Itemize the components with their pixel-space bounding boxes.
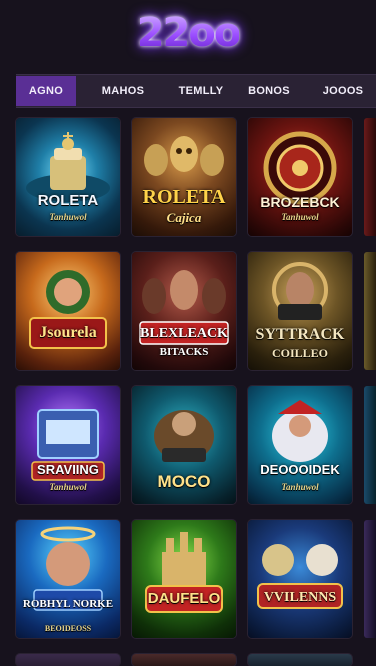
game-tile-partial[interactable] xyxy=(16,654,120,666)
game-title: Jsourela xyxy=(39,324,97,341)
tab-label: JOOOS xyxy=(322,85,364,97)
castle-art xyxy=(145,532,223,613)
game-subtitle: Tanhuwol xyxy=(281,482,319,492)
game-tile[interactable]: DAUFELO xyxy=(132,520,236,638)
game-title: ROLETA xyxy=(142,186,226,208)
tab-temlly[interactable]: TEMLLY xyxy=(170,76,232,106)
game-tile-partial[interactable] xyxy=(132,654,236,666)
game-subtitle: Cajica xyxy=(166,210,202,225)
game-tile[interactable]: ROLETA Cajica xyxy=(132,118,236,236)
game-tile-peek[interactable] xyxy=(364,386,376,504)
game-tile[interactable]: SYTTRACK COILLEO xyxy=(248,252,352,370)
game-subtitle: COILLEO xyxy=(271,346,328,360)
game-tile[interactable]: BROZEBCK Tanhuwol xyxy=(248,118,352,236)
tab-label: TEMLLY xyxy=(178,85,224,97)
game-title: SRAVIING xyxy=(37,462,99,477)
brand-logo[interactable]: 22oo xyxy=(0,8,376,58)
portrait-art xyxy=(29,270,107,349)
game-subtitle: Tanhuwol xyxy=(49,482,87,492)
game-subtitle: BEOIDEOSS xyxy=(44,624,92,633)
heroes-art xyxy=(257,544,343,609)
game-title: BROZEBCK xyxy=(260,194,340,210)
game-title: DAUFELO xyxy=(147,590,221,607)
game-title: SYTTRACK xyxy=(255,326,345,343)
tab-label: BONOS xyxy=(248,85,290,97)
game-title: ROLETA xyxy=(37,192,99,209)
game-tile[interactable]: SRAVIING Tanhuwol xyxy=(16,386,120,504)
tab-jooos[interactable]: JOOOS xyxy=(306,76,376,106)
game-title: DEOOOIDEK xyxy=(260,462,340,477)
game-tile-peek[interactable] xyxy=(364,252,376,370)
game-tile[interactable]: BLEXLEACK BITACKS xyxy=(132,252,236,370)
game-title: VVILENNS xyxy=(263,590,337,605)
tab-bonos[interactable]: BONOS xyxy=(232,76,306,106)
tab-label: MAHOS xyxy=(101,85,145,97)
category-tabs: AGNO MAHOS TEMLLY BONOS JOOOS xyxy=(16,74,376,108)
halo-man-art xyxy=(33,526,103,611)
tab-agno[interactable]: AGNO xyxy=(16,76,76,106)
game-tile-peek[interactable] xyxy=(364,118,376,236)
game-subtitle: Tanhuwol xyxy=(49,212,87,222)
game-tile[interactable]: DEOOOIDEK Tanhuwol xyxy=(248,386,352,504)
tab-label: AGNO xyxy=(28,85,64,97)
game-title: BLEXLEACK xyxy=(140,326,228,341)
game-tile[interactable]: Jsourela xyxy=(16,252,120,370)
game-subtitle: Tanhuwol xyxy=(281,212,319,222)
game-tile-partial[interactable] xyxy=(248,654,352,666)
tab-mahos[interactable]: MAHOS xyxy=(76,76,170,106)
game-subtitle: BITACKS xyxy=(159,346,209,358)
game-tile[interactable]: MOCO xyxy=(132,386,236,504)
game-tile[interactable]: ROBHYL NORKE BEOIDEOSS xyxy=(16,520,120,638)
logo-text: 22oo xyxy=(136,10,242,56)
game-tile[interactable]: ROLETA Tanhuwol xyxy=(16,118,120,236)
game-tile[interactable]: VVILENNS xyxy=(248,520,352,638)
game-title: MOCO xyxy=(157,472,211,491)
game-tile-peek[interactable] xyxy=(364,520,376,638)
game-title: ROBHYL NORKE xyxy=(22,598,114,610)
